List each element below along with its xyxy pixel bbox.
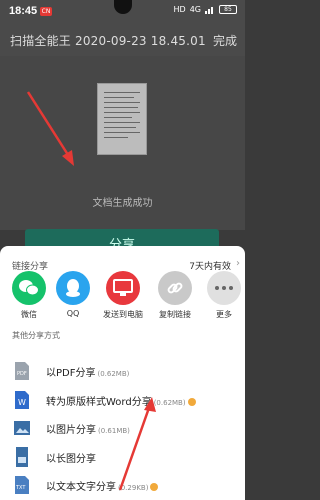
word-icon: W	[15, 391, 29, 409]
option-label: 以文本文字分享	[46, 482, 116, 493]
success-message: 文档生成成功	[92, 198, 153, 209]
share-target-computer[interactable]: 发送到电脑	[98, 271, 148, 320]
svg-text:TXT: TXT	[15, 485, 26, 491]
chevron-right-icon[interactable]: ›	[236, 258, 240, 269]
option-size: (0.61MB)	[98, 427, 130, 435]
option-label: 以图片分享	[46, 425, 96, 436]
more-icon	[207, 271, 241, 305]
share-target-copy-link[interactable]: 复制链接	[150, 271, 200, 320]
share-sheet: 链接分享 7天内有效 › 微信 QQ 发送到电脑 复制链接 更多 其他分享方式 …	[0, 246, 245, 500]
share-target-label: 复制链接	[159, 310, 191, 319]
share-option-pdf[interactable]: PDF 以PDF分享 (0.62MB)	[0, 356, 245, 386]
camera-notch	[114, 0, 132, 14]
share-option-image[interactable]: 以图片分享 (0.61MB)	[0, 413, 245, 443]
document-preview-area: 文档生成成功	[0, 56, 245, 230]
share-option-long-image[interactable]: 以长图分享	[0, 442, 245, 472]
txt-icon: TXT	[15, 476, 29, 494]
wechat-icon	[12, 271, 46, 305]
option-label: 以PDF分享	[46, 368, 96, 379]
signal-icon: 4G	[189, 5, 201, 14]
share-target-label: 更多	[216, 310, 232, 319]
qq-icon	[56, 271, 90, 305]
status-icons: HD 4G 85	[174, 5, 237, 14]
share-option-text[interactable]: TXT 以文本文字分享 (0.29KB)	[0, 470, 245, 500]
link-icon	[158, 271, 192, 305]
notification-badge: CN	[40, 7, 52, 16]
hd-icon: HD	[173, 5, 186, 14]
premium-icon	[187, 398, 196, 406]
premium-icon	[150, 483, 159, 491]
option-size: (0.62MB)	[97, 370, 130, 378]
share-option-word[interactable]: W 转为原版样式Word分享 (0.62MB)	[0, 385, 245, 415]
document-thumbnail[interactable]	[97, 83, 147, 155]
share-target-more[interactable]: 更多	[199, 271, 249, 320]
pdf-icon: PDF	[15, 362, 29, 380]
share-target-label: 发送到电脑	[103, 310, 143, 319]
computer-icon	[106, 271, 140, 305]
option-size: (0.62MB)	[153, 399, 186, 407]
image-icon	[14, 421, 30, 435]
other-share-label: 其他分享方式	[12, 331, 60, 340]
done-button[interactable]: 完成	[213, 32, 237, 49]
signal-bars-icon	[205, 7, 213, 14]
option-size: (0.29KB)	[118, 484, 149, 492]
battery-icon: 85	[219, 5, 237, 14]
option-label: 转为原版样式Word分享	[46, 397, 152, 408]
option-label: 以长图分享	[46, 454, 96, 465]
long-image-icon	[16, 447, 28, 467]
page-title: 扫描全能王 2020-09-23 18.45.01	[10, 34, 206, 48]
svg-text:W: W	[18, 398, 26, 407]
share-targets: 微信 QQ 发送到电脑 复制链接 更多	[0, 271, 245, 331]
status-time: 18:45	[9, 5, 38, 17]
share-target-label: QQ	[66, 309, 80, 318]
share-target-qq[interactable]: QQ	[48, 271, 98, 318]
status-bar: 18:45 CN HD 4G 85	[0, 0, 245, 24]
app-bar: 扫描全能王 2020-09-23 18.45.01 完成	[0, 24, 245, 56]
link-share-header: 链接分享 7天内有效 ›	[0, 246, 245, 272]
share-target-label: 微信	[21, 310, 37, 319]
svg-text:PDF: PDF	[17, 371, 27, 377]
share-target-wechat[interactable]: 微信	[4, 271, 54, 320]
